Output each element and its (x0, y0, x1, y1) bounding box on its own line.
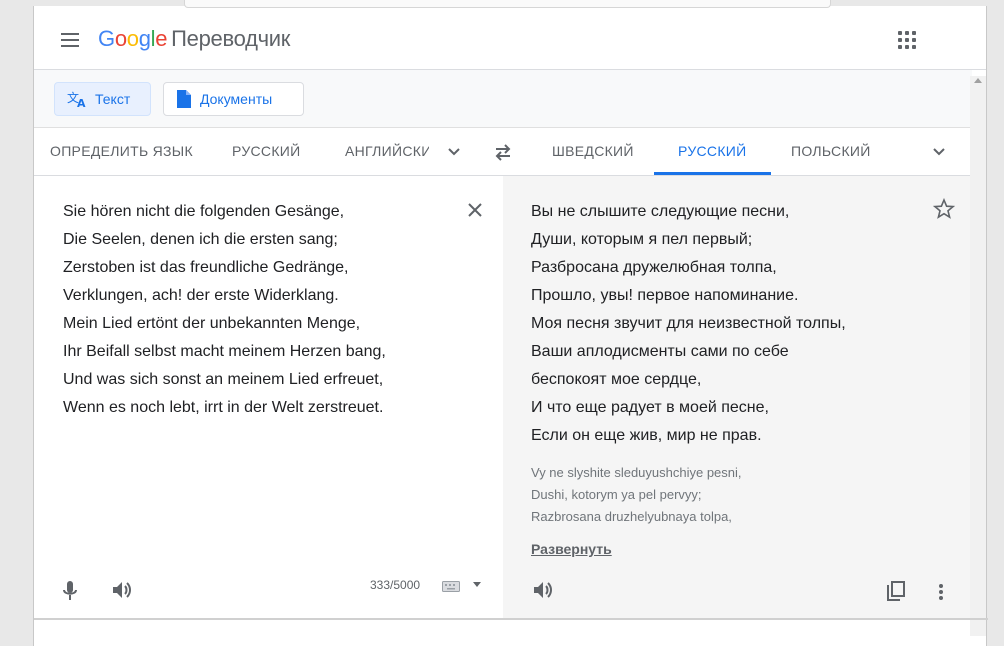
language-bar: ОПРЕДЕЛИТЬ ЯЗЫК РУССКИЙ АНГЛИЙСКИЙ ШВЕДС… (34, 128, 972, 176)
save-star-icon[interactable] (933, 198, 955, 220)
source-lang-chevron-down-icon[interactable] (446, 144, 462, 160)
source-line: Mein Lied ertönt der unbekannten Menge, (63, 315, 361, 332)
translation-line: Моя песня звучит для неизвестной толпы, (531, 315, 846, 332)
target-lang-russian[interactable]: РУССКИЙ (654, 128, 770, 175)
apps-grid-icon[interactable] (898, 31, 916, 49)
source-line: Verklungen, ach! der erste Widerklang. (63, 287, 339, 304)
scroll-up-icon[interactable] (974, 78, 982, 83)
translation-line: Вы не слышите следующие песни, (531, 203, 790, 220)
translate-icon: 文 A (67, 90, 86, 108)
translation-line: Разбросана дружелюбная толпа, (531, 259, 777, 276)
svg-text:A: A (77, 97, 86, 108)
more-options-icon[interactable] (939, 584, 943, 600)
transliteration: Vy ne slyshite sleduyushchiye pesni, Dus… (531, 462, 742, 528)
text-mode-label: Текст (95, 91, 131, 107)
bottom-divider (34, 618, 988, 620)
translation-line: Души, которым я пел первый; (531, 231, 753, 248)
translation-pane: Вы не слышите следующие песни, Души, кот… (503, 176, 972, 620)
source-lang-detect[interactable]: ОПРЕДЕЛИТЬ ЯЗЫК (50, 128, 193, 175)
clear-source-close-icon[interactable] (466, 201, 484, 219)
translation-line: Если он еще жив, мир не прав. (531, 427, 762, 444)
menu-icon[interactable] (61, 33, 79, 47)
translation-speaker-icon[interactable] (531, 579, 553, 601)
microphone-icon[interactable] (62, 579, 78, 603)
google-translate-logo[interactable]: Google Переводчик (98, 26, 290, 52)
text-mode-button[interactable]: 文 A Текст (54, 82, 151, 116)
target-lang-polish[interactable]: ПОЛЬСКИЙ (791, 128, 871, 175)
keyboard-dropdown-icon[interactable] (473, 582, 481, 587)
translation-line: Прошло, увы! первое напоминание. (531, 287, 799, 304)
source-text-pane[interactable]: Sie hören nicht die folgenden Gesänge, D… (34, 176, 503, 620)
source-lang-english[interactable]: АНГЛИЙСКИЙ (345, 128, 429, 175)
copy-icon[interactable] (887, 581, 905, 601)
swap-languages-icon[interactable] (492, 141, 514, 163)
source-text[interactable]: Sie hören nicht die folgenden Gesänge, D… (63, 198, 386, 422)
transliteration-line: Vy ne slyshite sleduyushchiye pesni, (531, 465, 742, 480)
transliteration-line: Dushi, kotorym ya pel pervyy; (531, 487, 702, 502)
translation-line: беспокоят мое сердце, (531, 371, 702, 388)
keyboard-icon[interactable] (442, 581, 460, 592)
target-lang-chevron-down-icon[interactable] (931, 144, 947, 160)
source-line: Sie hören nicht die folgenden Gesänge, (63, 203, 345, 220)
translation-line: Ваши аплодисменты сами по себе (531, 343, 789, 360)
transliteration-line: Razbrosana druzhelyubnaya tolpa, (531, 509, 732, 524)
translation-text: Вы не слышите следующие песни, Души, кот… (531, 198, 846, 450)
translate-window: Google Переводчик 文 A Текст Документы ОПР… (33, 0, 988, 646)
product-name: Переводчик (171, 26, 291, 51)
translation-line: И что еще радует в моей песне, (531, 399, 769, 416)
source-lang-russian[interactable]: РУССКИЙ (232, 128, 301, 175)
target-lang-swedish[interactable]: ШВЕДСКИЙ (552, 128, 634, 175)
source-line: Zerstoben ist das freundliche Gedränge, (63, 259, 349, 276)
scrollbar[interactable] (970, 76, 986, 636)
app-header: Google Переводчик (34, 6, 986, 70)
char-counter: 333/5000 (370, 578, 421, 592)
source-line: Die Seelen, denen ich die ersten sang; (63, 231, 338, 248)
mode-bar: 文 A Текст Документы (34, 70, 972, 128)
source-line: Und was sich sonst an meinem Lied erfreu… (63, 371, 384, 388)
documents-mode-label: Документы (200, 91, 273, 107)
expand-link[interactable]: Развернуть (531, 541, 612, 557)
source-line: Wenn es noch lebt, irrt in der Welt zers… (63, 399, 384, 416)
source-speaker-icon[interactable] (110, 579, 132, 601)
documents-mode-button[interactable]: Документы (163, 82, 304, 116)
document-icon (177, 90, 191, 108)
source-line: Ihr Beifall selbst macht meinem Herzen b… (63, 343, 386, 360)
